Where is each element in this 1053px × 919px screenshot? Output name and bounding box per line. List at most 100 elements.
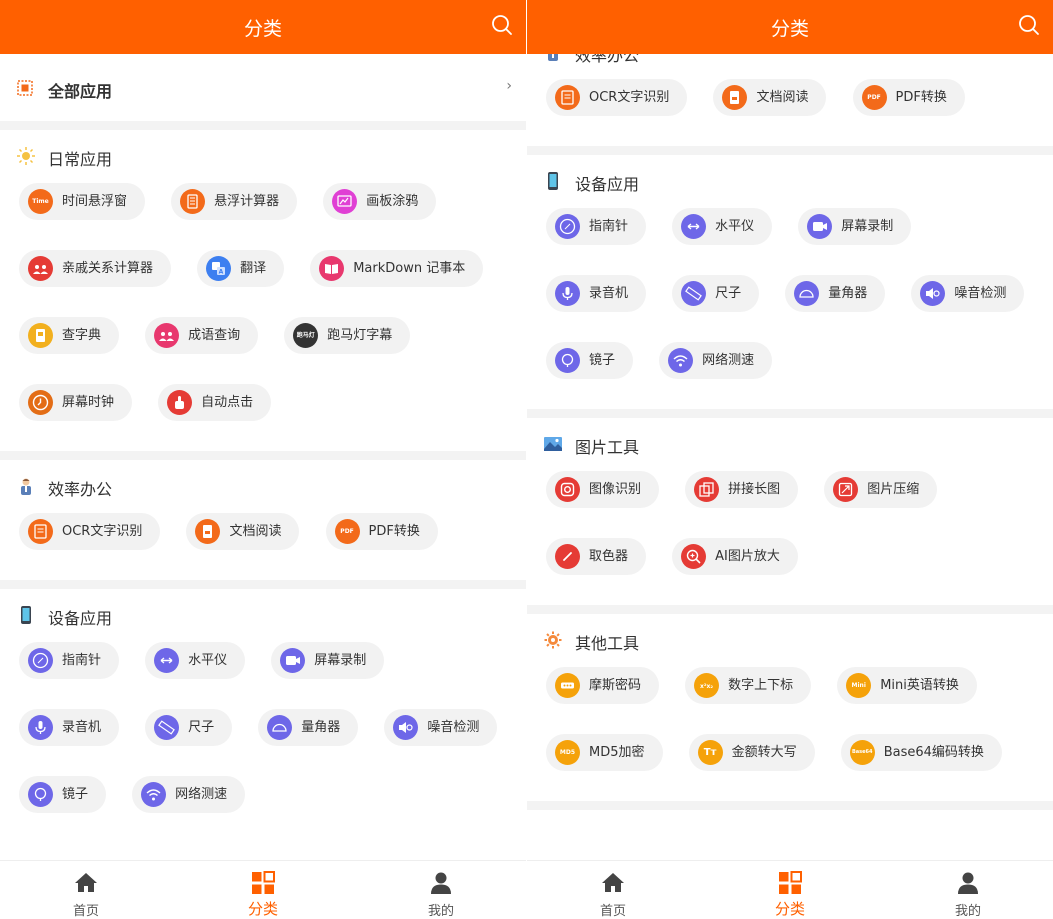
app-chip-float-calculator[interactable]: 悬浮计算器 bbox=[171, 183, 298, 220]
section-title: 其他工具 bbox=[575, 634, 640, 653]
category-list[interactable]: 全部应用 › 日常应用 Time 时间悬浮窗 悬浮计算器 画板涂鸦 亲戚关系计算器… bbox=[0, 54, 526, 860]
app-chip-pdf-convert[interactable]: PDF PDF转换 bbox=[325, 513, 438, 550]
category-icon bbox=[779, 871, 802, 894]
chip-grid-daily: Time 时间悬浮窗 悬浮计算器 画板涂鸦 亲戚关系计算器 A 翻译 MarkDow… bbox=[0, 183, 526, 451]
level-icon bbox=[154, 648, 180, 673]
user-icon bbox=[958, 872, 978, 894]
picture-icon bbox=[544, 437, 562, 451]
all-apps-icon bbox=[17, 80, 33, 96]
app-chip-compass[interactable]: 指南针 bbox=[546, 208, 647, 245]
chip-grid-other: 摩斯密码 x²x₂ 数字上下标 Mini Mini英语转换 MD5 MD5加密 Tт 金… bbox=[527, 667, 1053, 801]
app-chip-marquee[interactable]: 跑马灯 跑马灯字幕 bbox=[284, 317, 411, 354]
chevron-right-icon: › bbox=[506, 78, 512, 94]
office-worker-icon bbox=[548, 54, 558, 61]
app-chip-superscript[interactable]: x²x₂ 数字上下标 bbox=[685, 667, 812, 704]
app-chip-screen-record[interactable]: 屏幕录制 bbox=[798, 208, 912, 245]
wifi-icon bbox=[141, 782, 167, 807]
app-chip-time-float[interactable]: Time 时间悬浮窗 bbox=[19, 183, 146, 220]
mini-icon: Mini bbox=[846, 673, 872, 698]
category-list[interactable]: 效率办公 OCR文字识别 文档阅读 PDFPDF转换 设备应用 指南针 水平仪 bbox=[527, 54, 1053, 860]
app-chip-long-image[interactable]: 拼接长图 bbox=[685, 471, 799, 508]
app-chip-ai-upscale[interactable]: AI图片放大 bbox=[672, 538, 798, 575]
app-chip-recorder[interactable]: 录音机 bbox=[19, 709, 120, 746]
category-icon bbox=[252, 871, 275, 894]
protractor-icon bbox=[794, 281, 820, 306]
section-title: 设备应用 bbox=[48, 609, 113, 628]
tab-category[interactable]: 分类 bbox=[203, 861, 323, 919]
ocr-icon bbox=[555, 85, 580, 110]
app-chip-image-compress[interactable]: 图片压缩 bbox=[824, 471, 938, 508]
text-case-icon: Tт bbox=[697, 740, 723, 765]
stitch-icon bbox=[694, 477, 720, 502]
search-icon[interactable] bbox=[490, 13, 514, 37]
chip-grid-office: OCR文字识别 文档阅读 PDF PDF转换 bbox=[527, 79, 1053, 146]
app-chip-speed-test[interactable]: 网络测速 bbox=[659, 342, 773, 379]
mirror-icon bbox=[28, 782, 53, 807]
document-icon bbox=[195, 519, 221, 544]
app-chip-md5[interactable]: MD5 MD5加密 bbox=[546, 734, 663, 771]
section-header-device: 设备应用 bbox=[527, 155, 1053, 208]
app-chip-protractor[interactable]: 量角器 bbox=[785, 275, 886, 312]
app-chip-mirror[interactable]: 镜子 bbox=[546, 342, 634, 379]
search-icon[interactable] bbox=[1017, 13, 1041, 37]
app-chip-screen-clock[interactable]: 屏幕时钟 bbox=[19, 384, 133, 421]
compress-icon bbox=[833, 477, 859, 502]
tab-category[interactable]: 分类 bbox=[730, 861, 850, 919]
app-chip-ocr[interactable]: OCR文字识别 bbox=[546, 79, 688, 116]
app-chip-compass[interactable]: 指南针 bbox=[19, 642, 120, 679]
screen-right: 分类 效率办公 OCR文字识别 文档阅读 PDF PDF转换 设备应用 指南针 … bbox=[527, 0, 1053, 919]
tab-home[interactable]: 首页 bbox=[26, 861, 146, 919]
app-chip-idiom-query[interactable]: 成语查询 bbox=[145, 317, 259, 354]
home-icon bbox=[602, 873, 624, 892]
tab-profile[interactable]: 我的 bbox=[908, 861, 1028, 919]
app-chip-screen-record[interactable]: 屏幕录制 bbox=[271, 642, 385, 679]
app-chip-color-picker[interactable]: 取色器 bbox=[546, 538, 647, 575]
app-chip-morse-code[interactable]: 摩斯密码 bbox=[546, 667, 660, 704]
app-chip-relative-calculator[interactable]: 亲戚关系计算器 bbox=[19, 250, 172, 287]
office-worker-icon bbox=[21, 478, 31, 495]
speaker-icon bbox=[393, 715, 419, 740]
pdf-icon: PDF bbox=[861, 85, 887, 110]
app-chip-doc-reader[interactable]: 文档阅读 bbox=[713, 79, 827, 116]
ocr-icon bbox=[28, 519, 53, 544]
app-chip-drawing-board[interactable]: 画板涂鸦 bbox=[323, 183, 437, 220]
tab-profile[interactable]: 我的 bbox=[381, 861, 501, 919]
app-chip-protractor[interactable]: 量角器 bbox=[258, 709, 359, 746]
app-chip-pdf-convert[interactable]: PDF PDF转换 bbox=[852, 79, 965, 116]
app-chip-ruler[interactable]: 尺子 bbox=[672, 275, 760, 312]
section-title: 日常应用 bbox=[48, 150, 113, 169]
app-chip-mirror[interactable]: 镜子 bbox=[19, 776, 107, 813]
divider bbox=[527, 409, 1053, 418]
app-chip-amount-uppercase[interactable]: Tт 金额转大写 bbox=[688, 734, 815, 771]
app-chip-doc-reader[interactable]: 文档阅读 bbox=[186, 513, 300, 550]
phone-icon bbox=[21, 606, 31, 624]
app-chip-translate[interactable]: A 翻译 bbox=[197, 250, 285, 287]
all-apps-row[interactable]: 全部应用 › bbox=[0, 54, 526, 121]
app-chip-ocr[interactable]: OCR文字识别 bbox=[19, 513, 161, 550]
app-chip-ruler[interactable]: 尺子 bbox=[145, 709, 233, 746]
app-chip-recorder[interactable]: 录音机 bbox=[546, 275, 647, 312]
section-header-other: 其他工具 bbox=[527, 614, 1053, 667]
app-chip-noise-meter[interactable]: 噪音检测 bbox=[384, 709, 498, 746]
app-chip-dictionary[interactable]: 查字典 bbox=[19, 317, 120, 354]
app-chip-mini-english[interactable]: Mini Mini英语转换 bbox=[837, 667, 977, 704]
screen-left: 分类 全部应用 › 日常应用 Time 时间悬浮窗 悬浮计算器 画板涂鸦 亲戚关… bbox=[0, 0, 526, 919]
app-chip-speed-test[interactable]: 网络测速 bbox=[132, 776, 246, 813]
app-chip-auto-click[interactable]: 自动点击 bbox=[158, 384, 272, 421]
app-chip-base64[interactable]: Base64 Base64编码转换 bbox=[840, 734, 1002, 771]
home-icon bbox=[75, 873, 97, 892]
chip-grid-image: 图像识别 拼接长图 图片压缩 取色器 AI图片放大 bbox=[527, 471, 1053, 605]
app-chip-noise-meter[interactable]: 噪音检测 bbox=[911, 275, 1025, 312]
app-chip-image-recognition[interactable]: 图像识别 bbox=[546, 471, 660, 508]
tab-home[interactable]: 首页 bbox=[553, 861, 673, 919]
calculator-icon bbox=[180, 189, 206, 214]
bottom-tab-bar: 首页 分类 我的 bbox=[527, 860, 1053, 919]
app-chip-markdown-notes[interactable]: MarkDown 记事本 bbox=[310, 250, 484, 287]
compass-icon bbox=[28, 648, 53, 673]
divider bbox=[0, 580, 526, 589]
app-chip-level[interactable]: 水平仪 bbox=[145, 642, 246, 679]
app-chip-level[interactable]: 水平仪 bbox=[672, 208, 773, 245]
section-header-office: 效率办公 bbox=[0, 460, 526, 513]
marquee-icon: 跑马灯 bbox=[293, 323, 319, 348]
dictionary-icon bbox=[28, 323, 53, 348]
